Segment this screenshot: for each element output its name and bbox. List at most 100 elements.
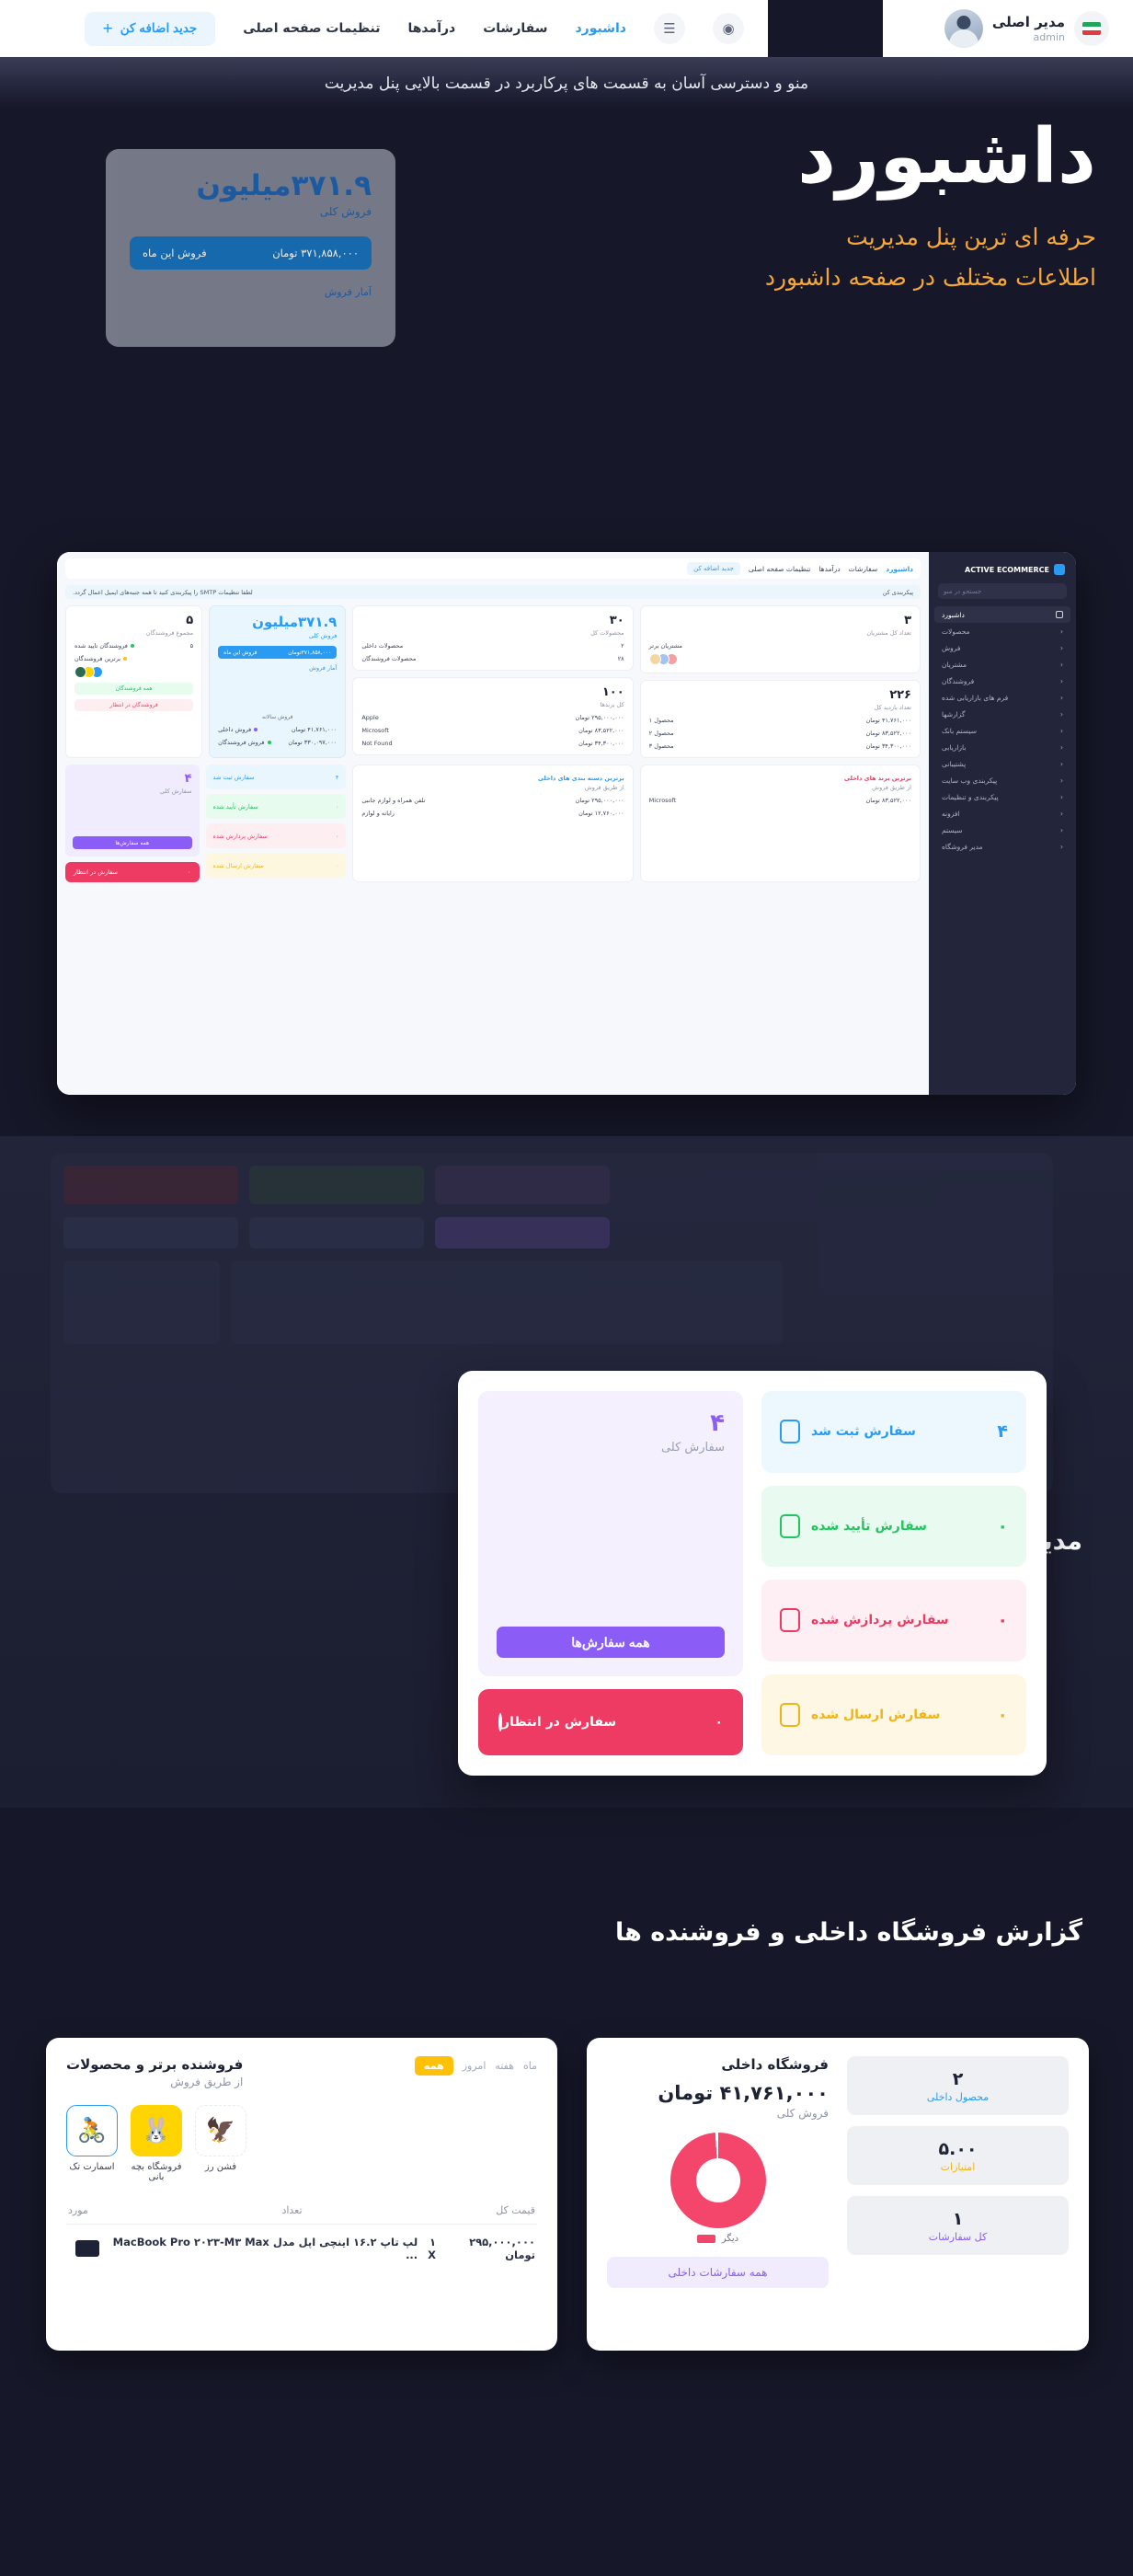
value: ۰ — [997, 1704, 1008, 1725]
tab-today[interactable]: امروز — [463, 2060, 486, 2072]
customers-label: تعداد کل مشتریان — [866, 629, 911, 637]
shot-sidebar-item-addons[interactable]: ‹ افزونه — [934, 805, 1070, 822]
label: Microsoft — [648, 797, 677, 804]
hero-subtitles: حرفه ای ترین پنل مدیریت اطلاعات مختلف در… — [765, 217, 1096, 298]
nav-dashboard[interactable]: داشبورد — [576, 21, 627, 36]
shot-add-button[interactable]: جدید اضافه کن — [687, 562, 740, 575]
hero-card-footer: آمار فروش — [324, 286, 372, 298]
shot-pending-orders[interactable]: ۰ سفارش در انتظار — [65, 862, 200, 882]
orders-total-value: ۴ — [710, 1409, 725, 1437]
hero-sales-card: ۳۷۱.۹میلیون فروش کلی ۳۷۱,۸۵۸,۰۰۰ تومان ف… — [106, 149, 395, 347]
label: فروش فروشندگان — [218, 739, 265, 746]
user-name: مدیر اصلی — [991, 13, 1065, 30]
shot-card-bottom-left: برترین برند های داخلی از طریق فروش ۸۳,۵۲… — [639, 765, 921, 882]
all-vendors-button[interactable]: همه فروشندگان — [74, 683, 194, 695]
nav-orders[interactable]: سفارشات — [483, 21, 547, 36]
shot-card-bottom-mid: برترین دسته بندی های داخلی از طریق فروش … — [352, 765, 634, 882]
shot-sidebar-item-marketing[interactable]: ‹ بازاریابی — [934, 739, 1070, 755]
shot-search-input[interactable]: جستجو در منو — [938, 583, 1067, 599]
shot-card-customers: ۳ تعداد کل مشتریان مشتریان برتر — [639, 605, 921, 673]
shot-sidebar-item-vendors[interactable]: ‹ فروشندگان — [934, 673, 1070, 689]
order-status-shipped[interactable]: ۰ سفارش ارسال شده — [761, 1673, 1026, 1755]
all-inhouse-orders-button[interactable]: همه سفارشات داخلی — [607, 2257, 829, 2288]
row-total: ۲۹۵,۰۰۰,۰۰۰ تومان — [469, 2236, 535, 2261]
shot-sidebar-item-sales[interactable]: ‹ فروش — [934, 639, 1070, 656]
avatar[interactable] — [944, 9, 983, 48]
tab-all[interactable]: همه — [415, 2056, 453, 2076]
inhouse-amount: ۴۱,۷۶۱,۰۰۰ تومان — [658, 2082, 829, 2104]
shot-nav-home-settings[interactable]: تنظیمات صفحه اصلی — [749, 565, 810, 573]
inhouse-stats-column: ۲ محصول داخلی ۵.۰۰ امتیازات ۱ کل سفارشات — [847, 2056, 1069, 2332]
shot-sidebar-item-bank[interactable]: ‹ سیستم بانک — [934, 722, 1070, 739]
bm-title: برترین دسته بندی های داخلی — [537, 775, 624, 782]
chart-icon[interactable]: ☰ — [654, 13, 685, 44]
nav-home-settings[interactable]: تنظیمات صفحه اصلی — [243, 21, 380, 36]
shot-order-confirmed[interactable]: ۰ سفارش تأیید شده — [205, 794, 347, 819]
value: ۵.۰۰ — [938, 2138, 978, 2159]
brand-baby-shop[interactable]: 🐰 فروشگاه بچه بانی — [131, 2105, 182, 2182]
label: محصول ۳ — [648, 742, 674, 750]
shot-sidebar-item-customers[interactable]: ‹ مشتریان — [934, 656, 1070, 673]
hero-sales-amount: ۳۷۱.۹میلیون — [196, 169, 372, 202]
views-row-2: ۸۳,۵۲۲,۰۰۰ تومان محصول ۲ — [649, 730, 911, 737]
user-profile[interactable]: مدیر اصلی admin — [883, 0, 1133, 57]
shot-sidebar-item-products[interactable]: ‹ محصولات — [934, 623, 1070, 639]
vendors-row-2: برترین فروشندگان — [74, 655, 193, 662]
shot-notice-action[interactable]: پیکربندی کن — [883, 589, 913, 596]
col-total-price: قیمت کل — [496, 2204, 535, 2216]
shot-sidebar-item-settings[interactable]: ‹ پیکربندی و تنظیمات — [934, 788, 1070, 805]
value: ۰ — [997, 1515, 1008, 1536]
top-customers-row: مشتریان برتر — [649, 642, 911, 650]
shot-sidebar-item-store-manager[interactable]: ‹ مدیر فروشگاه — [934, 838, 1070, 855]
shot-sidebar-item-website-config[interactable]: ‹ پیکربندی وب سایت — [934, 772, 1070, 788]
orders-pending-box[interactable]: ۰ سفارش در انتظار — [478, 1689, 743, 1755]
laptop-icon — [74, 2240, 99, 2257]
order-status-registered[interactable]: ۴ سفارش ثبت شد — [761, 1391, 1026, 1473]
shot-card-views: ۲۲۶ تعداد بازدید کل ۴۱,۷۶۱,۰۰۰ تومان محصو… — [639, 680, 921, 758]
all-orders-button[interactable]: همه سفارش‌ها — [497, 1627, 725, 1658]
value: ۸۳,۵۲۲,۰۰۰ تومان — [578, 727, 624, 734]
hero-subtitle-2: اطلاعات مختلف در صفحه داشبورد — [764, 263, 1096, 291]
shot-notice-text: لطفا تنظیمات SMTP را پیکربندی کنید تا هم… — [73, 588, 253, 596]
tab-month[interactable]: ماه — [523, 2060, 537, 2072]
language-flag-button[interactable] — [1074, 11, 1109, 46]
order-status-confirmed[interactable]: ۰ سفارش تأیید شده — [761, 1485, 1026, 1567]
value: ۴۱,۷۶۱,۰۰۰ تومان — [865, 717, 911, 724]
brands-label: کل برندها — [600, 701, 624, 708]
brands-count: ۱۰۰ — [601, 685, 624, 699]
shot-sidebar-item-dashboard[interactable]: داشبورد — [934, 606, 1070, 623]
value: ۰ — [997, 1610, 1008, 1631]
avatar — [648, 653, 661, 665]
shot-sidebar-item-marketing-forms[interactable]: ‹ فرم های بازاریابی شده — [934, 689, 1070, 706]
brand-row-1: ۲۹۵,۰۰۰,۰۰۰ تومان Apple — [361, 714, 624, 721]
globe-icon[interactable]: ◉ — [713, 13, 744, 44]
brand-fashion-rose[interactable]: 🦅 فشن رز — [195, 2105, 246, 2182]
stat-products: ۲ محصول داخلی — [847, 2056, 1069, 2115]
label: افزونه — [942, 809, 960, 818]
pending-vendors-button[interactable]: فروشندگان در انتظار — [74, 699, 194, 711]
shot-nav-dashboard[interactable]: داشبورد — [886, 565, 913, 573]
shot-order-registered[interactable]: ۴ سفارش ثبت شد — [205, 765, 347, 789]
shot-total-orders: ۴ — [184, 772, 192, 786]
sales-month-pill: ۳۷۱,۸۵۸,۰۰۰تومان فروش این ماه — [218, 646, 338, 659]
shot-sidebar-item-reports[interactable]: ‹ گزارشها — [934, 706, 1070, 722]
user-names: مدیر اصلی admin — [992, 14, 1065, 44]
label: امتیازات — [940, 2160, 976, 2173]
label: محصولات داخلی — [361, 642, 404, 650]
shot-order-processed[interactable]: ۰ سفارش پردازش شده — [205, 823, 347, 848]
order-status-processed[interactable]: ۰ سفارش پردازش شده — [761, 1580, 1026, 1662]
tab-week[interactable]: هفته — [495, 2060, 514, 2072]
shot-orders-list: ۴ سفارش ثبت شد ۰ سفارش تأیید شده ۰ سفارش پر… — [205, 765, 347, 882]
add-new-button[interactable]: جدید اضافه کن + — [84, 11, 216, 46]
value: ۴۱,۷۶۱,۰۰۰ تومان — [291, 726, 338, 733]
shot-sidebar-item-system[interactable]: ‹ سیستم — [934, 822, 1070, 838]
nav-revenues[interactable]: درآمدها — [407, 21, 455, 36]
shot-sidebar-item-support[interactable]: ‹ پشتیبانی — [934, 755, 1070, 772]
brand-smart-tech[interactable]: 🚴 اسمارت تک — [66, 2105, 118, 2182]
label: سفارش ثبت شد — [811, 1424, 916, 1440]
shot-nav-orders[interactable]: سفارشات — [849, 565, 878, 573]
shot-order-shipped[interactable]: ۰ سفارش ارسال شده — [205, 853, 347, 878]
shot-all-orders-button[interactable]: همه سفارش‌ها — [73, 836, 192, 849]
shot-nav-revenues[interactable]: درآمدها — [818, 565, 840, 573]
value: ۴ — [997, 1421, 1008, 1443]
